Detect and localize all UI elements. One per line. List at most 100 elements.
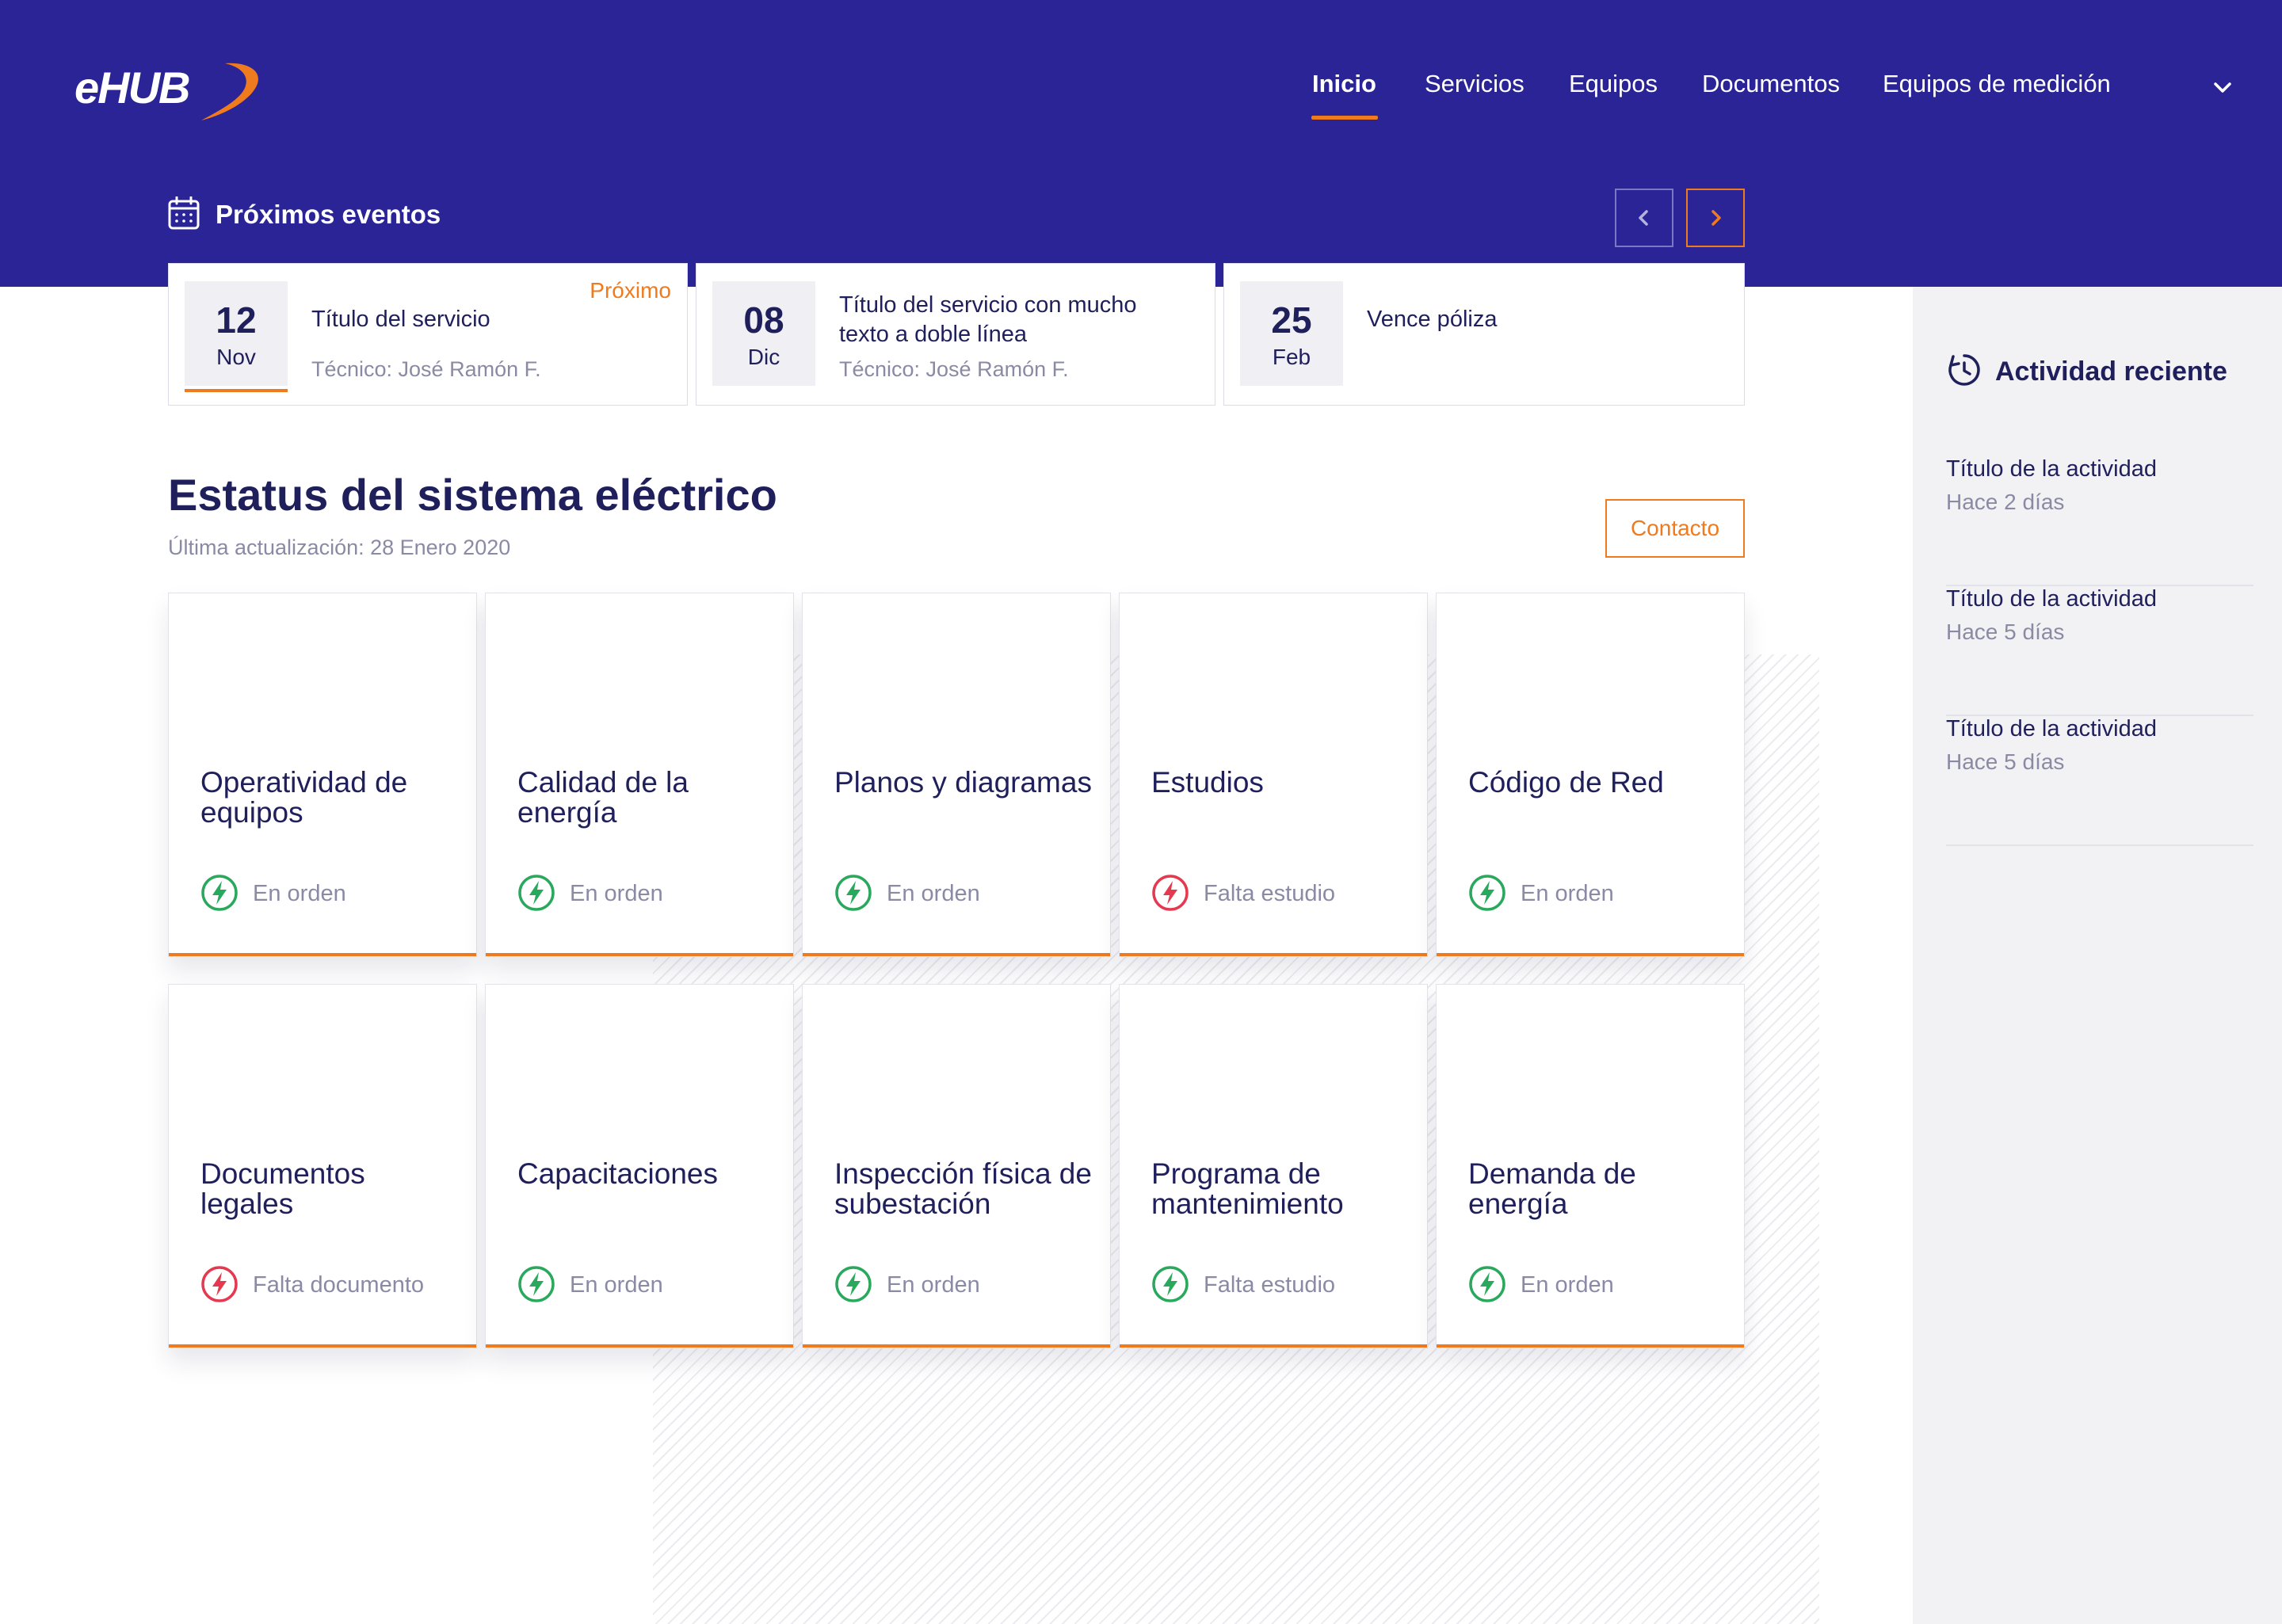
event-day: 12 — [216, 299, 257, 341]
status-tile[interactable]: Código de Red En orden — [1436, 593, 1745, 957]
nav-active-indicator — [1311, 116, 1378, 120]
tile-status-label: Falta estudio — [1204, 1272, 1336, 1298]
bolt-icon — [200, 1265, 239, 1307]
tile-accent-bar — [169, 1344, 476, 1348]
status-tile[interactable]: Capacitaciones En orden — [485, 984, 794, 1348]
nav-item-inicio[interactable]: Inicio — [1312, 70, 1376, 98]
activity-item-title: Título de la actividad — [1946, 456, 2157, 482]
tile-accent-bar — [1120, 1344, 1427, 1348]
event-technician: Técnico: José Ramón F. — [311, 357, 541, 381]
logo-text: eHUB — [74, 63, 190, 112]
activity-item-time: Hace 5 días — [1946, 749, 2065, 774]
chevron-down-icon[interactable] — [2211, 76, 2234, 100]
status-tile[interactable]: Calidad de la energía En orden — [485, 593, 794, 957]
events-title: Próximos eventos — [216, 200, 441, 229]
event-date: 12 Nov — [185, 281, 288, 392]
tile-status-label: En orden — [1521, 1272, 1614, 1298]
activity-item-title: Título de la actividad — [1946, 586, 2157, 612]
event-technician: Técnico: José Ramón F. — [839, 357, 1069, 381]
nav-item-equipos-medicion[interactable]: Equipos de medición — [1883, 70, 2111, 98]
event-date: 25 Feb — [1240, 281, 1343, 386]
bolt-icon — [834, 1265, 872, 1307]
status-tile[interactable]: Planos y diagramas En orden — [802, 593, 1111, 957]
page-title: Estatus del sistema eléctrico — [168, 470, 777, 520]
tile-accent-bar — [1437, 953, 1744, 956]
tile-accent-bar — [1437, 1344, 1744, 1348]
bolt-icon — [1151, 1265, 1189, 1307]
bolt-icon — [517, 1265, 555, 1307]
tile-title: Inspección física de subestación — [834, 1157, 1092, 1220]
calendar-icon — [168, 196, 200, 230]
bolt-icon — [200, 874, 239, 916]
bolt-icon — [1151, 874, 1189, 916]
recent-activity-panel: Actividad reciente Título de la activida… — [1913, 287, 2282, 1624]
chevron-right-icon — [1712, 210, 1721, 226]
tile-status-label: En orden — [570, 1272, 663, 1298]
status-tile[interactable]: Programa de mantenimiento Falta estudio — [1119, 984, 1428, 1348]
event-month: Feb — [1272, 345, 1311, 369]
bolt-icon — [517, 874, 555, 916]
tile-accent-bar — [486, 1344, 793, 1348]
status-tile[interactable]: Inspección física de subestación En orden — [802, 984, 1111, 1348]
last-updated: Última actualización: 28 Enero 2020 — [168, 536, 511, 559]
event-card[interactable]: 08 Dic Título del servicio con mucho tex… — [696, 263, 1215, 406]
top-header: eHUB Inicio Servicios Equipos Documentos… — [0, 0, 2282, 287]
event-title: Vence póliza — [1367, 307, 1498, 332]
activity-item[interactable]: Título de la actividad Hace 5 días — [1946, 716, 2253, 846]
bolt-icon — [834, 874, 872, 916]
event-date: 08 Dic — [712, 281, 815, 386]
chevron-left-icon — [1639, 210, 1648, 226]
tile-status-label: Falta estudio — [1204, 881, 1336, 906]
event-title: Título del servicio con mucho texto a do… — [839, 292, 1137, 347]
activity-item[interactable]: Título de la actividad Hace 2 días — [1946, 456, 2253, 586]
nav-item-servicios[interactable]: Servicios — [1425, 70, 1525, 98]
tile-title: Documentos legales — [200, 1157, 365, 1220]
tile-title: Demanda de energía — [1468, 1157, 1636, 1220]
nav-item-documentos[interactable]: Documentos — [1702, 70, 1840, 98]
tile-title: Planos y diagramas — [834, 766, 1092, 799]
tile-title: Calidad de la energía — [517, 766, 689, 829]
tile-accent-bar — [1120, 953, 1427, 956]
clock-history-icon — [1948, 354, 1980, 386]
event-title: Título del servicio — [311, 307, 490, 332]
tile-status-label: En orden — [570, 881, 663, 906]
logo-swoosh-icon — [201, 63, 258, 120]
tile-accent-bar — [803, 1344, 1110, 1348]
nav-item-equipos[interactable]: Equipos — [1569, 70, 1658, 98]
event-card[interactable]: 25 Feb Vence póliza — [1223, 263, 1745, 406]
bolt-icon — [1468, 874, 1506, 916]
tile-accent-bar — [486, 953, 793, 956]
tile-status-label: Falta documento — [253, 1272, 425, 1298]
event-highlight-bar — [185, 389, 288, 392]
activity-item-time: Hace 5 días — [1946, 619, 2065, 644]
activity-item[interactable]: Título de la actividad Hace 5 días — [1946, 586, 2253, 716]
tile-status-label: En orden — [887, 1272, 980, 1298]
event-card[interactable]: 12 Nov Título del servicio Técnico: José… — [168, 263, 688, 406]
event-month: Dic — [747, 345, 780, 369]
tile-accent-bar — [169, 953, 476, 956]
tile-status-label: En orden — [1521, 881, 1614, 906]
tile-title: Operatividad de equipos — [200, 766, 408, 829]
status-tile[interactable]: Estudios Falta estudio — [1119, 593, 1428, 957]
activity-item-time: Hace 2 días — [1946, 490, 2065, 514]
activity-title: Actividad reciente — [1995, 356, 2227, 387]
event-day: 25 — [1271, 299, 1312, 341]
contact-button[interactable]: Contacto — [1605, 499, 1745, 558]
bolt-icon — [1468, 1265, 1506, 1307]
status-tile[interactable]: Demanda de energía En orden — [1436, 984, 1745, 1348]
event-next-badge: Próximo — [590, 278, 671, 303]
tile-accent-bar — [803, 953, 1110, 956]
tile-title: Estudios — [1151, 766, 1264, 799]
event-day: 08 — [743, 299, 784, 341]
tile-title: Programa de mantenimiento — [1151, 1157, 1344, 1220]
tile-status-label: En orden — [887, 881, 980, 906]
tile-title: Código de Red — [1468, 766, 1664, 799]
status-tile[interactable]: Documentos legales Falta documento — [168, 984, 477, 1348]
ehub-logo[interactable]: eHUB — [74, 55, 265, 132]
tile-title: Capacitaciones — [517, 1157, 718, 1190]
events-prev-button[interactable] — [1615, 189, 1673, 247]
events-next-button[interactable] — [1686, 189, 1745, 247]
event-month: Nov — [216, 345, 256, 369]
status-tile[interactable]: Operatividad de equipos En orden — [168, 593, 477, 957]
tile-status-label: En orden — [253, 881, 346, 906]
